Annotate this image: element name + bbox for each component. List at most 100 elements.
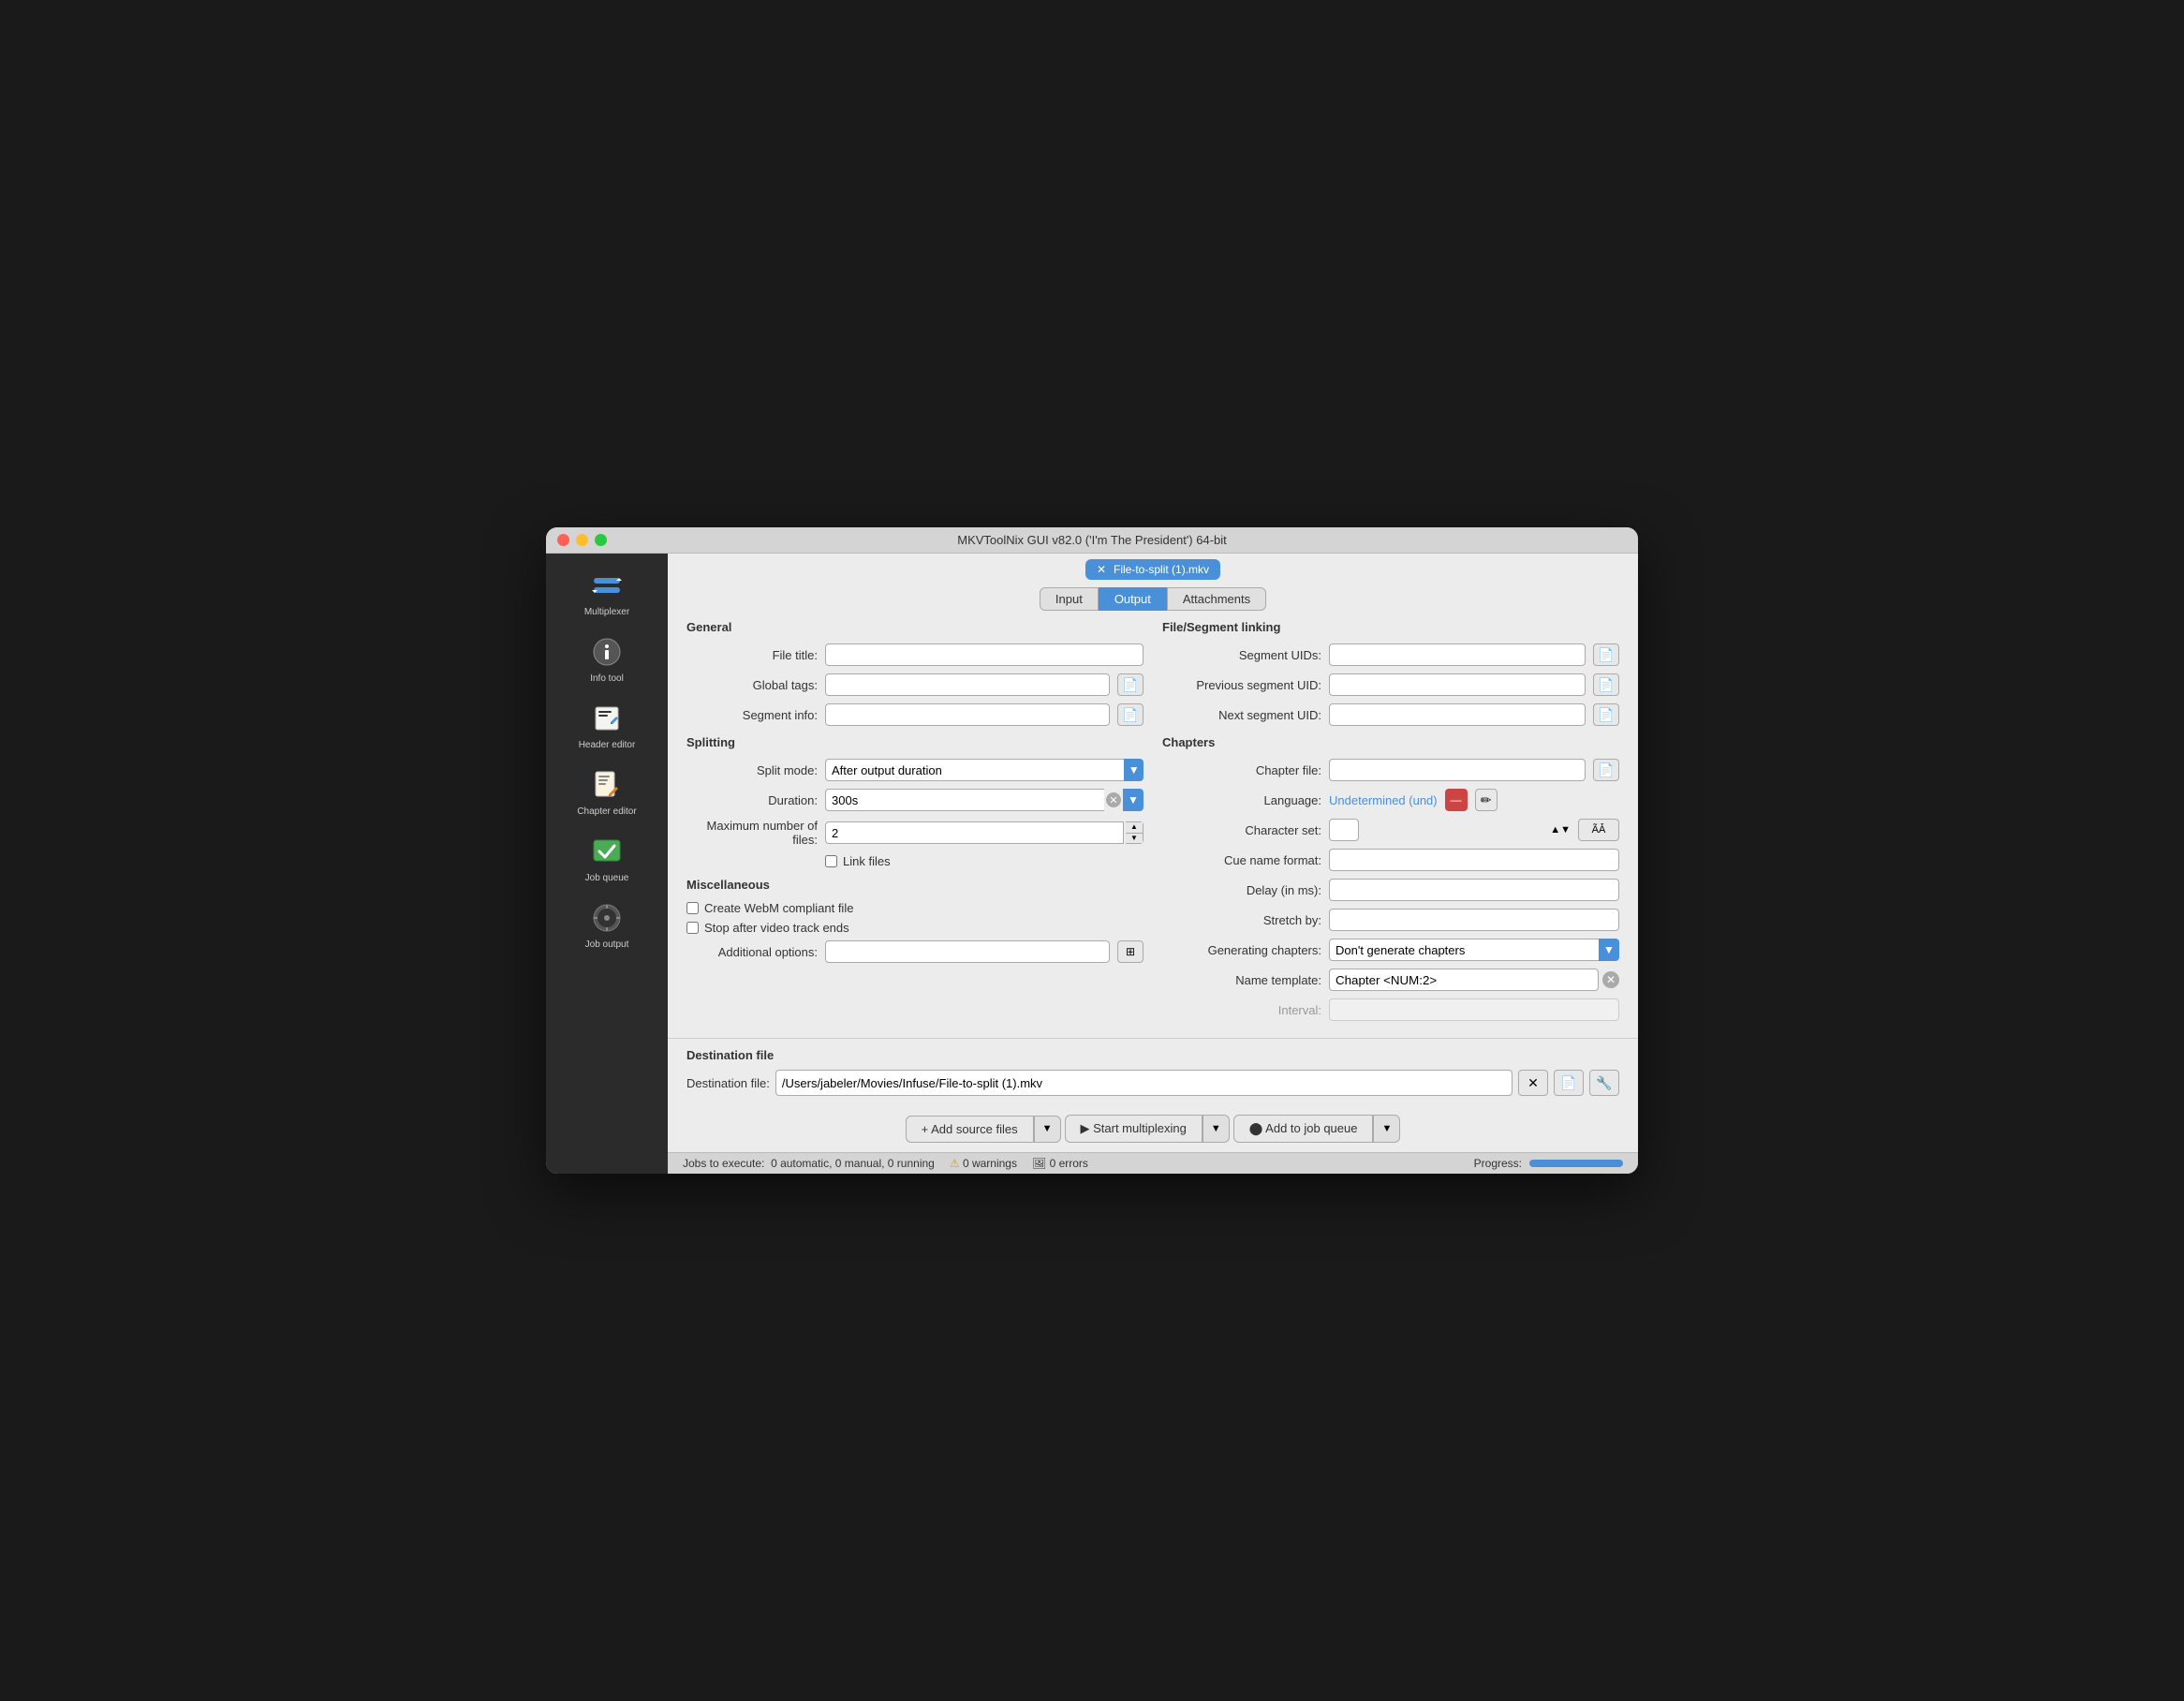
segment-uids-input[interactable] [1329, 643, 1586, 666]
split-mode-select[interactable]: No splitting After output duration After… [825, 759, 1124, 781]
additional-options-grid-btn[interactable]: ⊞ [1117, 940, 1144, 963]
global-tags-input[interactable] [825, 673, 1110, 696]
file-badge[interactable]: ✕ File-to-split (1).mkv [1085, 559, 1220, 580]
create-webm-checkbox[interactable] [686, 902, 699, 914]
character-set-select[interactable] [1329, 819, 1359, 841]
sidebar-item-job-queue[interactable]: Job queue [555, 827, 658, 890]
duration-input[interactable] [825, 789, 1104, 811]
prev-segment-uid-row: Previous segment UID: 📄 [1162, 673, 1619, 696]
duration-label: Duration: [686, 793, 818, 807]
delay-label: Delay (in ms): [1162, 883, 1321, 897]
generating-chapters-label: Generating chapters: [1162, 943, 1321, 957]
name-template-label: Name template: [1162, 973, 1321, 987]
destination-clear-btn[interactable]: ✕ [1518, 1070, 1548, 1096]
right-panel: File/Segment linking Segment UIDs: 📄 Pre… [1162, 611, 1619, 1028]
split-mode-select-wrapper: No splitting After output duration After… [825, 759, 1144, 781]
character-set-row: Character set: ▲▼ ÃǠ [1162, 819, 1619, 841]
link-files-label: Link files [843, 854, 891, 868]
segment-info-input[interactable] [825, 703, 1110, 726]
chapter-editor-icon [588, 766, 626, 804]
max-files-spinner: ▲ ▼ [1126, 821, 1144, 844]
sidebar-item-chapter-editor[interactable]: Chapter editor [555, 761, 658, 823]
global-tags-file-btn[interactable]: 📄 [1117, 673, 1144, 696]
next-segment-uid-file-btn[interactable]: 📄 [1593, 703, 1619, 726]
max-files-spin-down[interactable]: ▼ [1126, 834, 1143, 844]
tab-container: ✕ File-to-split (1).mkv Input Output Att… [668, 554, 1638, 611]
language-value[interactable]: Undetermined (und) [1329, 793, 1438, 807]
minimize-button[interactable] [576, 534, 588, 546]
main-content: General File title: Global tags: 📄 Segme… [668, 611, 1638, 1038]
duration-row: Duration: ✕ ▼ [686, 789, 1144, 811]
language-remove-btn[interactable]: — [1445, 789, 1468, 811]
generating-chapters-wrapper: Don't generate chapters When appending F… [1329, 939, 1619, 961]
start-mux-arrow-btn[interactable]: ▼ [1203, 1115, 1230, 1143]
interval-input[interactable] [1329, 998, 1619, 1021]
add-queue-arrow-btn[interactable]: ▼ [1373, 1115, 1400, 1143]
additional-options-input[interactable] [825, 940, 1110, 963]
duration-dropdown-btn[interactable]: ▼ [1123, 789, 1144, 811]
add-source-group: + Add source files ▼ [906, 1116, 1061, 1143]
segment-uids-file-btn[interactable]: 📄 [1593, 643, 1619, 666]
next-segment-uid-label: Next segment UID: [1162, 708, 1321, 722]
error-icon: 🖼 [1032, 1157, 1046, 1170]
maximize-button[interactable] [595, 534, 607, 546]
chapter-file-row: Chapter file: 📄 [1162, 759, 1619, 781]
generating-chapters-dropdown-btn[interactable]: ▼ [1599, 939, 1619, 961]
cue-name-format-row: Cue name format: [1162, 849, 1619, 871]
destination-input[interactable] [775, 1070, 1513, 1096]
add-queue-button[interactable]: ⬤ Add to job queue [1233, 1115, 1374, 1143]
stretch-by-input[interactable] [1329, 909, 1619, 931]
character-set-font-btn[interactable]: ÃǠ [1578, 819, 1619, 841]
prev-segment-uid-file-btn[interactable]: 📄 [1593, 673, 1619, 696]
prev-segment-uid-label: Previous segment UID: [1162, 678, 1321, 692]
job-output-icon [588, 899, 626, 937]
destination-file-btn[interactable]: 📄 [1554, 1070, 1584, 1096]
create-webm-row: Create WebM compliant file [686, 901, 1144, 915]
sidebar-item-info-tool[interactable]: Info tool [555, 628, 658, 690]
tab-input[interactable]: Input [1040, 587, 1099, 611]
add-source-button[interactable]: + Add source files [906, 1116, 1034, 1143]
sidebar-item-header-editor[interactable]: Header editor [555, 694, 658, 757]
split-mode-row: Split mode: No splitting After output du… [686, 759, 1144, 781]
warnings-badge: ⚠ 0 warnings [950, 1157, 1017, 1170]
split-mode-dropdown-btn[interactable]: ▼ [1124, 759, 1144, 781]
duration-clear-btn[interactable]: ✕ [1106, 792, 1121, 807]
sidebar-item-multiplexer[interactable]: Multiplexer [555, 561, 658, 624]
stretch-by-row: Stretch by: [1162, 909, 1619, 931]
tab-output[interactable]: Output [1099, 587, 1167, 611]
chapter-file-input[interactable] [1329, 759, 1586, 781]
additional-options-label: Additional options: [686, 945, 818, 959]
name-template-input[interactable] [1329, 969, 1599, 991]
name-template-clear-btn[interactable]: ✕ [1602, 971, 1619, 988]
start-mux-label: ▶ Start multiplexing [1081, 1121, 1187, 1136]
tab-attachments[interactable]: Attachments [1167, 587, 1266, 611]
file-title-input[interactable] [825, 643, 1144, 666]
generating-chapters-select[interactable]: Don't generate chapters When appending F… [1329, 939, 1599, 961]
sidebar-item-label-info-tool: Info tool [590, 673, 624, 685]
file-badge-x[interactable]: ✕ [1097, 563, 1106, 576]
destination-folder-btn[interactable]: 🔧 [1589, 1070, 1619, 1096]
prev-segment-uid-input[interactable] [1329, 673, 1586, 696]
chapter-file-btn[interactable]: 📄 [1593, 759, 1619, 781]
add-source-arrow-btn[interactable]: ▼ [1034, 1116, 1061, 1143]
stop-video-row: Stop after video track ends [686, 921, 1144, 935]
add-queue-group: ⬤ Add to job queue ▼ [1233, 1115, 1401, 1143]
next-segment-uid-input[interactable] [1329, 703, 1586, 726]
close-button[interactable] [557, 534, 569, 546]
max-files-spin-up[interactable]: ▲ [1126, 822, 1143, 834]
segment-info-file-btn[interactable]: 📄 [1117, 703, 1144, 726]
link-files-checkbox[interactable] [825, 855, 837, 867]
language-row: Language: Undetermined (und) — ✏ [1162, 789, 1619, 811]
file-title-row: File title: [686, 643, 1144, 666]
sidebar-item-job-output[interactable]: Job output [555, 894, 658, 956]
language-edit-btn[interactable]: ✏ [1475, 789, 1498, 811]
max-files-input[interactable] [825, 821, 1124, 844]
delay-input[interactable] [1329, 879, 1619, 901]
max-files-label: Maximum number of files: [686, 819, 818, 847]
tabs-row: Input Output Attachments [1040, 587, 1266, 611]
progress-label: Progress: [1474, 1157, 1522, 1170]
start-mux-button[interactable]: ▶ Start multiplexing [1065, 1115, 1203, 1143]
split-mode-label: Split mode: [686, 763, 818, 777]
stop-video-checkbox[interactable] [686, 922, 699, 934]
cue-name-format-input[interactable] [1329, 849, 1619, 871]
